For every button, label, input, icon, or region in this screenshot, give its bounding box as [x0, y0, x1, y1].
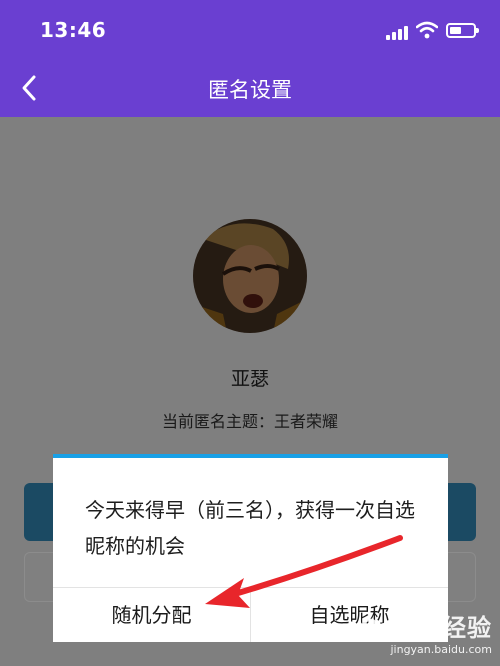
page-title: 匿名设置 [208, 78, 292, 102]
wifi-icon [416, 21, 438, 39]
anonymous-theme-label: 当前匿名主题：王者荣耀 [161, 412, 338, 431]
watermark-brand: Baidu经验 [360, 614, 492, 642]
random-assign-button[interactable]: 随机分配 [53, 588, 250, 642]
dialog-message: 今天来得早（前三名），获得一次自选昵称的机会 [85, 498, 415, 558]
battery-icon [446, 23, 479, 38]
cellular-signal-icon [386, 24, 410, 40]
anonymous-name: 亚瑟 [230, 368, 269, 390]
status-bar: 13:46 [0, 0, 500, 62]
watermark: Baidu经验 jingyan.baidu.com [360, 608, 492, 656]
status-time: 13:46 [40, 18, 107, 42]
app-header: 13:46 匿名设置 [0, 0, 500, 117]
avatar [193, 219, 307, 333]
watermark-url: jingyan.baidu.com [390, 643, 492, 656]
